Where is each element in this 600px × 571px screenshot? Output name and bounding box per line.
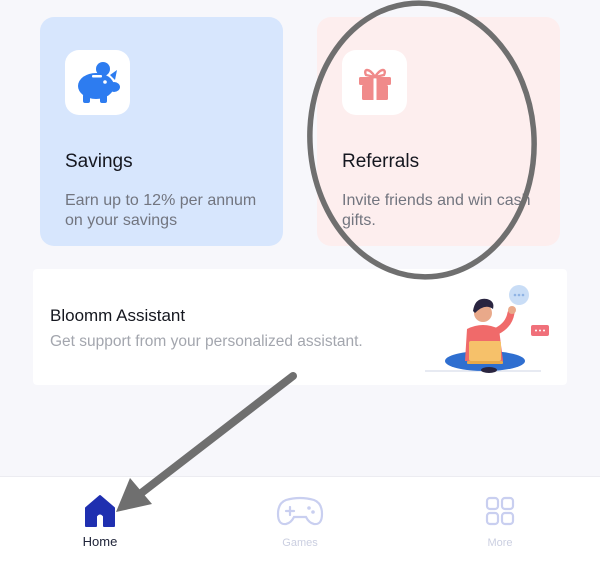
referrals-description: Invite friends and win cash gifts.: [342, 192, 531, 229]
nav-more[interactable]: More: [440, 477, 560, 571]
grid-icon: [485, 496, 515, 526]
savings-card[interactable]: Savings Earn up to 12% per annum on your…: [40, 17, 283, 246]
nav-home[interactable]: Home: [40, 477, 160, 571]
nav-home-label: Home: [82, 534, 118, 549]
savings-description: Earn up to 12% per annum on your savings: [65, 192, 257, 229]
savings-icon-tile: [65, 50, 130, 115]
referrals-title: Referrals: [342, 151, 420, 172]
nav-more-label: More: [487, 537, 513, 549]
referrals-icon-tile: [342, 50, 407, 115]
person-with-laptop-illustration: [425, 285, 549, 373]
home-icon: [85, 495, 115, 527]
assistant-title: Bloomm Assistant: [50, 306, 186, 325]
bottom-navigation: Home Games More: [0, 476, 600, 571]
nav-games-label: Games: [282, 537, 318, 549]
nav-games[interactable]: Games: [240, 477, 360, 571]
assistant-description: Get support from your personalized assis…: [50, 333, 363, 350]
gift-icon: [358, 68, 391, 100]
gamepad-icon: [276, 496, 324, 526]
piggy-bank-icon: [77, 61, 120, 103]
savings-title: Savings: [65, 151, 133, 172]
assistant-card[interactable]: Bloomm Assistant Get support from your p…: [33, 269, 567, 385]
referrals-card[interactable]: Referrals Invite friends and win cash gi…: [317, 17, 560, 246]
